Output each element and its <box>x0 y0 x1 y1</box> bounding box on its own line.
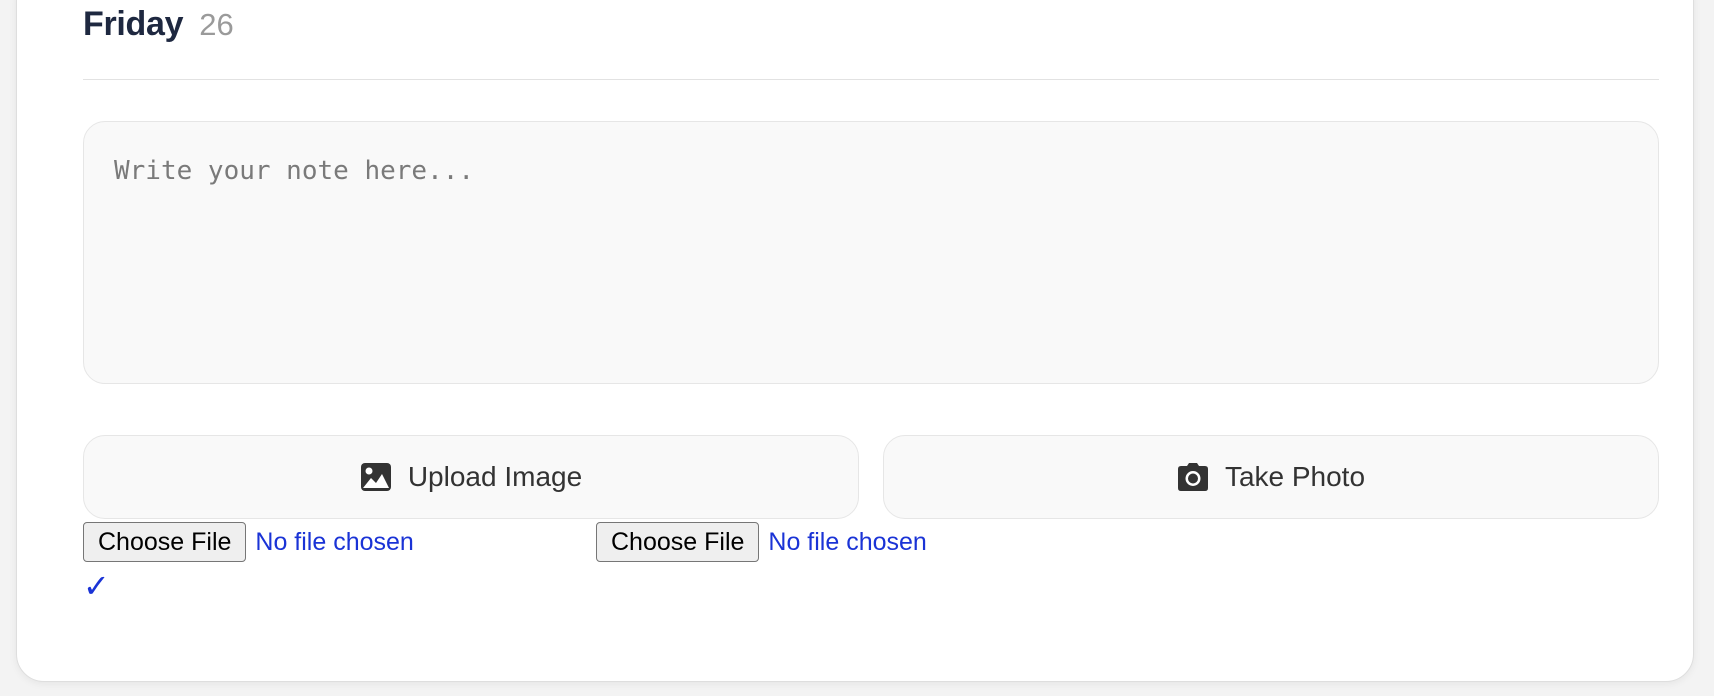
day-number: 26 <box>199 7 234 42</box>
upload-image-button[interactable]: Upload Image <box>83 435 859 519</box>
photo-file-input: Choose File No file chosen <box>596 522 927 562</box>
day-name: Friday <box>83 5 184 43</box>
note-textarea[interactable] <box>83 121 1659 384</box>
image-file-input: Choose File No file chosen <box>83 522 414 562</box>
file-status: No file chosen <box>768 527 927 556</box>
file-status: No file chosen <box>255 527 414 556</box>
day-entry-card: Friday 26 Upload Image Take Photo Choose… <box>16 0 1694 682</box>
image-icon <box>360 462 392 492</box>
header-divider <box>83 79 1659 80</box>
take-photo-button[interactable]: Take Photo <box>883 435 1659 519</box>
choose-file-button[interactable]: Choose File <box>83 522 247 562</box>
take-photo-label: Take Photo <box>1224 461 1366 492</box>
upload-image-label: Upload Image <box>407 461 583 492</box>
checkmark-icon: ✓ <box>83 568 110 604</box>
day-header: Friday 26 <box>83 5 234 49</box>
choose-file-button[interactable]: Choose File <box>596 522 760 562</box>
camera-icon <box>1177 462 1209 492</box>
